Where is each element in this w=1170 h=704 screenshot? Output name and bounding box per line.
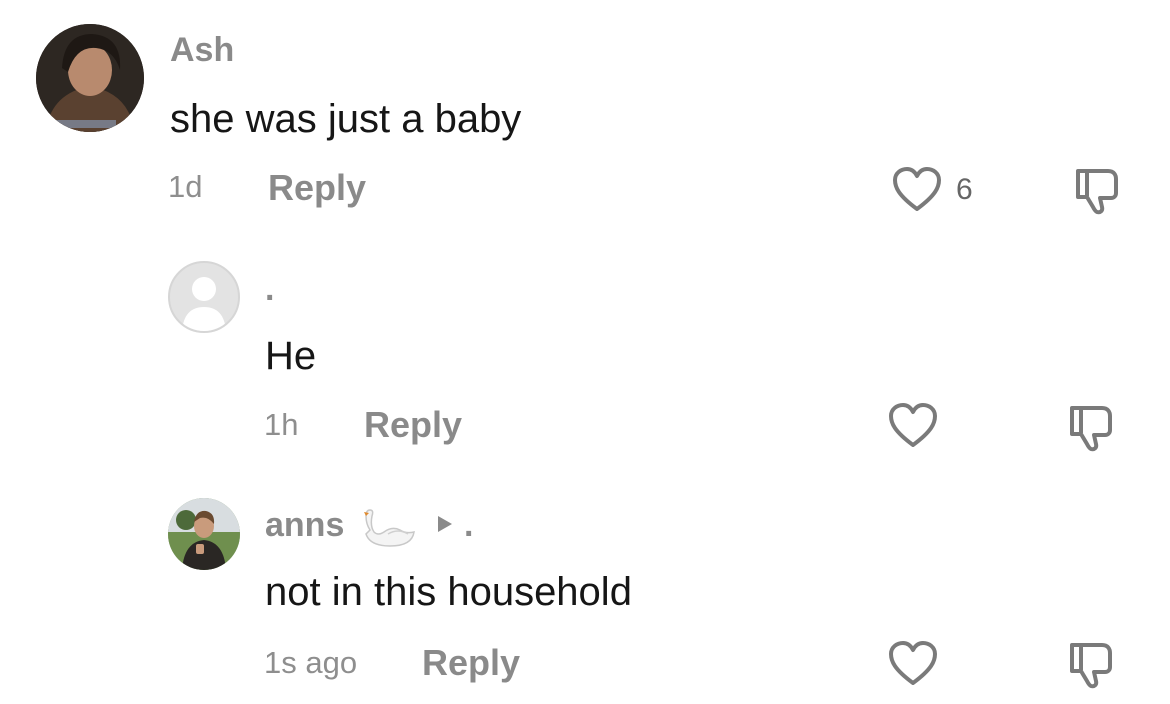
comment-timestamp: 1d: [168, 169, 203, 204]
reply-to-username[interactable]: .: [464, 508, 473, 542]
like-count: 6: [956, 173, 973, 206]
comment-text: she was just a baby: [170, 97, 522, 141]
thumbs-down-icon[interactable]: [1066, 641, 1118, 689]
comment-timestamp: 1s ago: [264, 645, 358, 680]
thumbs-down-icon[interactable]: [1072, 167, 1124, 215]
heart-outline-icon[interactable]: [888, 403, 938, 449]
reply-button[interactable]: Reply: [364, 407, 462, 443]
comment-text: He: [265, 334, 317, 378]
reply-button[interactable]: Reply: [268, 170, 366, 206]
default-avatar-icon: [182, 277, 226, 331]
reply-button[interactable]: Reply: [422, 645, 520, 681]
avatar-photo: [168, 498, 240, 570]
heart-outline-icon[interactable]: [892, 167, 942, 213]
avatar[interactable]: [168, 261, 240, 333]
avatar[interactable]: [168, 498, 240, 570]
comment-username[interactable]: Ash: [170, 33, 234, 67]
triangle-right-icon: [436, 515, 454, 533]
avatar-photo: [36, 24, 144, 132]
comment-text: not in this household: [265, 570, 632, 614]
swan-emoji: [362, 504, 416, 548]
comment-username[interactable]: .: [265, 272, 274, 306]
thumbs-down-icon[interactable]: [1066, 404, 1118, 452]
comment-username[interactable]: anns: [265, 508, 344, 542]
heart-outline-icon[interactable]: [888, 641, 938, 687]
comment-timestamp: 1h: [264, 407, 299, 442]
avatar[interactable]: [36, 24, 144, 132]
